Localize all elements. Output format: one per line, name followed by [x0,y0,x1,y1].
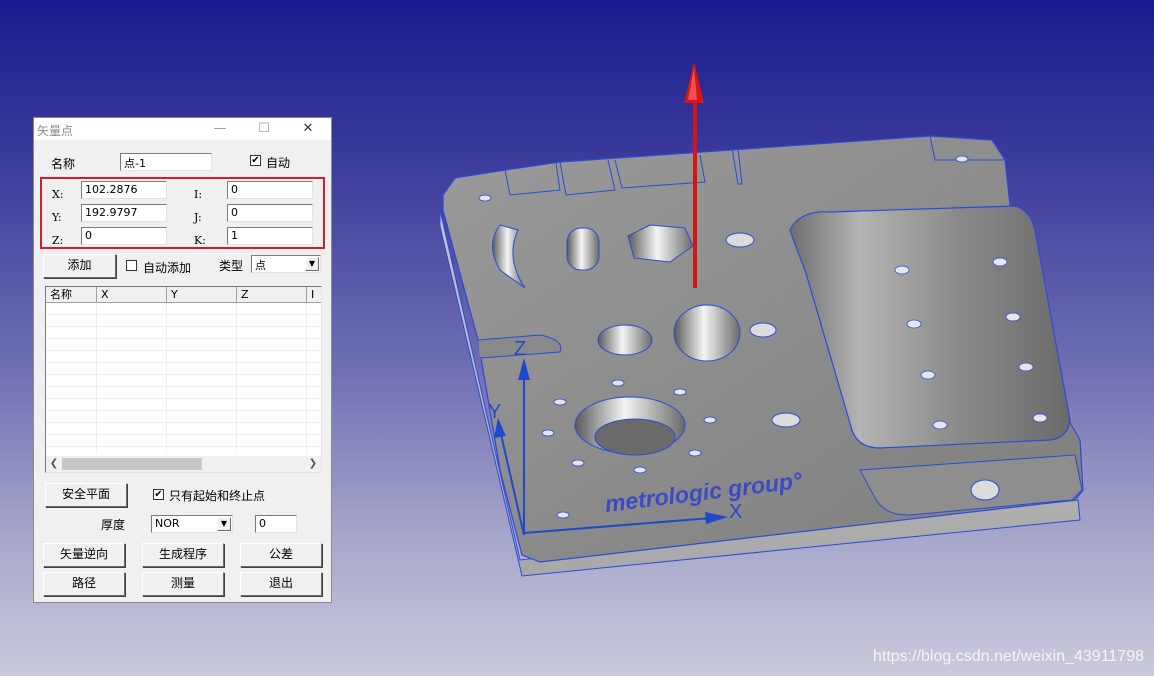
table-row[interactable] [46,339,321,351]
only-start-end-checkbox[interactable]: ✔ [153,489,164,500]
table-row[interactable] [46,351,321,363]
table-row[interactable] [46,327,321,339]
maximize-button[interactable]: ☐ [246,118,282,140]
axis-y-label: Y [488,401,501,423]
k-label: K: [194,234,206,247]
minimize-button[interactable]: — [202,118,238,140]
axis-z-label: Z [514,338,526,360]
name-input[interactable]: 点-1 [120,153,212,171]
type-label: 类型 [219,259,244,273]
column-header-z[interactable]: Z [237,287,307,303]
workpiece-model: metrologic group° [439,135,1084,577]
add-button[interactable]: 添加 [43,254,116,278]
safe-plane-button[interactable]: 安全平面 [45,483,127,507]
i-input[interactable]: 0 [227,181,313,199]
dialog-title: 矢量点 [37,124,74,138]
table-row[interactable] [46,315,321,327]
x-input[interactable]: 102.2876 [81,181,167,199]
table-row[interactable] [46,303,321,315]
x-label: X: [52,188,64,201]
table-row[interactable] [46,435,321,447]
z-label: Z: [52,234,64,247]
column-header-name[interactable]: 名称 [46,287,97,303]
thickness-type-select[interactable]: NOR ▼ [151,515,233,533]
chevron-down-icon[interactable]: ▼ [217,517,231,531]
auto-label: 自动 [266,156,291,170]
title-bar[interactable]: 矢量点 — ☐ ✕ [34,118,331,140]
measure-button[interactable]: 测量 [142,572,224,596]
tolerance-button[interactable]: 公差 [240,543,322,567]
k-input[interactable]: 1 [227,227,313,245]
table-row[interactable] [46,375,321,387]
table-row[interactable] [46,399,321,411]
name-label: 名称 [51,157,76,171]
thickness-type-value: NOR [155,517,180,530]
vector-point-dialog: 矢量点 — ☐ ✕ 名称 点-1 ✔ 自动 X: 102.2876 Y: 192… [33,117,332,603]
auto-add-label: 自动添加 [143,261,192,275]
points-table[interactable]: 名称 X Y Z I ❮ ❯ [45,286,322,473]
auto-checkbox[interactable]: ✔ [250,155,261,166]
thickness-label: 厚度 [101,518,126,532]
thickness-input[interactable]: 0 [255,515,297,533]
i-label: I: [194,188,203,201]
table-row[interactable] [46,423,321,435]
generate-program-button[interactable]: 生成程序 [142,543,224,567]
y-label: Y: [52,211,62,224]
y-input[interactable]: 192.9797 [81,204,167,222]
auto-add-checkbox[interactable] [126,260,137,271]
table-header: 名称 X Y Z I [46,287,321,303]
close-button[interactable]: ✕ [290,118,326,140]
j-label: J: [194,211,202,224]
axis-x-label: X [729,501,742,523]
z-input[interactable]: 0 [81,227,167,245]
table-row[interactable] [46,411,321,423]
only-start-end-label: 只有起始和终止点 [169,489,266,503]
j-input[interactable]: 0 [227,204,313,222]
table-row[interactable] [46,363,321,375]
chevron-down-icon[interactable]: ▼ [305,257,319,271]
column-header-x[interactable]: X [97,287,167,303]
scrollbar-thumb[interactable] [62,458,202,470]
table-row[interactable] [46,387,321,399]
reverse-vector-button[interactable]: 矢量逆向 [43,543,125,567]
column-header-i[interactable]: I [307,287,321,303]
column-header-y[interactable]: Y [167,287,237,303]
type-select[interactable]: 点 ▼ [251,255,321,273]
scroll-right-icon[interactable]: ❯ [305,456,321,472]
type-select-value: 点 [255,259,266,272]
horizontal-scrollbar[interactable]: ❮ ❯ [46,456,321,472]
scroll-left-icon[interactable]: ❮ [46,456,62,472]
path-button[interactable]: 路径 [43,572,125,596]
watermark: https://blog.csdn.net/weixin_43911798 [872,648,1144,665]
exit-button[interactable]: 退出 [240,572,322,596]
